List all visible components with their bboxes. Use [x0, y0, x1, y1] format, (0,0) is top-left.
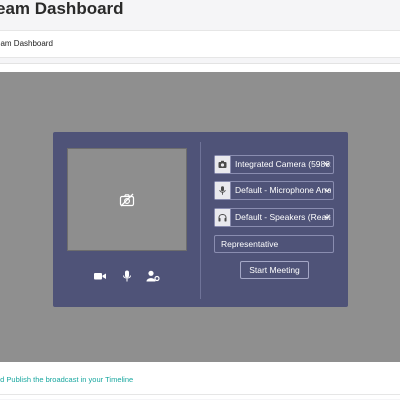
headphones-icon: [218, 214, 227, 222]
speaker-select[interactable]: Default - Speakers (Realtek: [214, 208, 334, 227]
camera-icon-box: [215, 156, 231, 173]
microphone-icon[interactable]: [120, 270, 134, 282]
video-camera-icon[interactable]: [93, 270, 107, 282]
chevron-down-icon: [324, 215, 330, 220]
camera-preview: [67, 148, 187, 251]
microphone-icon-box: [215, 182, 231, 199]
start-meeting-button[interactable]: Start Meeting: [240, 261, 309, 279]
camera-icon: [218, 160, 227, 168]
breadcrumb: eam Dashboard: [0, 39, 53, 48]
display-name-input[interactable]: [214, 235, 334, 253]
microphone-icon: [219, 186, 226, 195]
meeting-setup-panel: Integrated Camera (5986: Default - Micro…: [53, 132, 348, 307]
publish-timeline-link[interactable]: nd Publish the broadcast in your Timelin…: [0, 375, 133, 384]
microphone-select[interactable]: Default - Microphone Array: [214, 181, 334, 200]
broadcast-card: Integrated Camera (5986: Default - Micro…: [0, 63, 400, 399]
video-stage: Integrated Camera (5986: Default - Micro…: [0, 72, 400, 362]
card-divider: [0, 394, 400, 395]
speaker-select-value: Default - Speakers (Realtek: [235, 212, 331, 222]
camera-select[interactable]: Integrated Camera (5986:: [214, 155, 334, 174]
user-settings-icon[interactable]: [146, 270, 160, 282]
microphone-select-value: Default - Microphone Array: [235, 185, 331, 195]
camera-off-icon: [119, 193, 135, 206]
chevron-down-icon: [324, 188, 330, 193]
breadcrumb-bar: eam Dashboard: [0, 30, 400, 58]
panel-divider: [200, 142, 201, 299]
chevron-down-icon: [324, 162, 330, 167]
headphones-icon-box: [215, 209, 231, 226]
camera-select-value: Integrated Camera (5986:: [235, 159, 331, 169]
page-title: eam Dashboard: [0, 0, 124, 18]
